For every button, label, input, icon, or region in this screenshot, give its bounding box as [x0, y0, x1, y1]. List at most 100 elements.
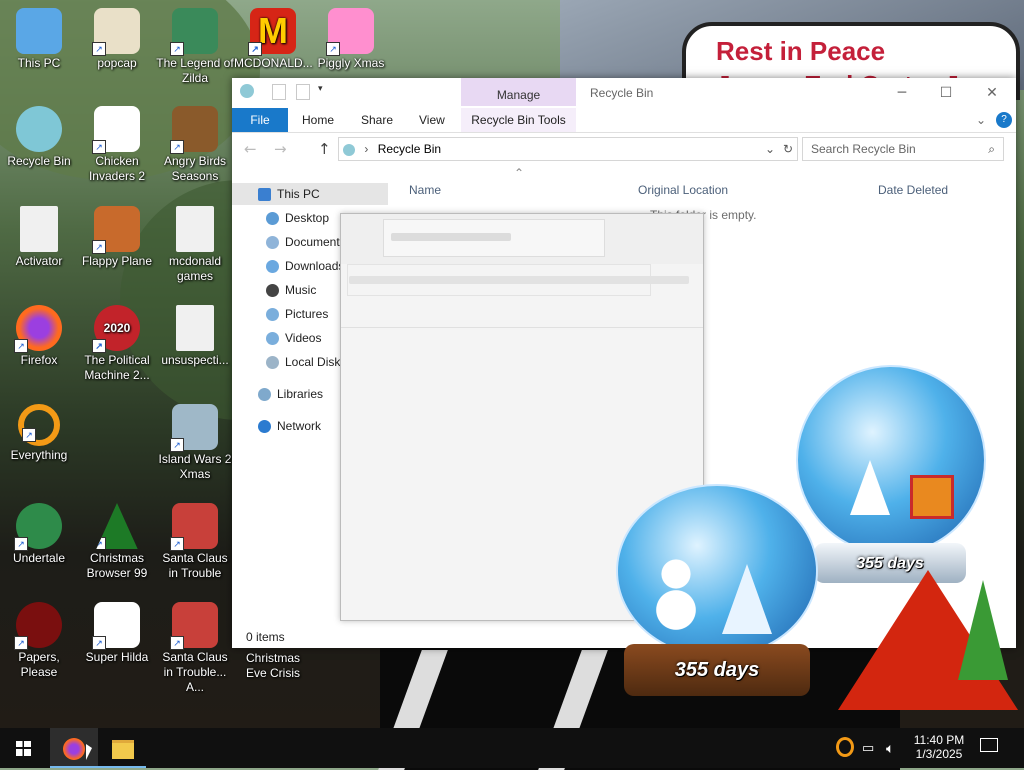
tab-home[interactable]: Home [302, 108, 334, 132]
computer-icon [258, 188, 271, 202]
network-status-icon[interactable]: ▭ [862, 728, 874, 768]
shortcut-arrow-icon: ↗ [92, 140, 106, 154]
desktop-icon-label: mcdonald games [168, 254, 222, 283]
folder-icon [112, 740, 134, 759]
desktop-icon-mcdonald[interactable]: M ↗ MCDONALD... [234, 8, 313, 71]
tree-icon: ↗ [96, 503, 138, 549]
desktop-icon-piggly-xmas[interactable]: ↗ Piggly Xmas [312, 8, 390, 71]
column-header-name[interactable]: Name [409, 179, 441, 201]
desktop-icon-popcap[interactable]: ↗ popcap [78, 8, 156, 71]
loading-placeholder-bar [391, 233, 511, 241]
address-bar[interactable]: › Recycle Bin ⌄ ↻ [338, 137, 798, 161]
start-button[interactable] [0, 728, 48, 768]
recycle-bin-icon [343, 143, 355, 156]
file-icon [176, 305, 214, 351]
desktop-icon-santa-claus[interactable]: ↗ Santa Claus in Trouble [156, 503, 234, 581]
desktop-icon-santa-claus-2[interactable]: ↗ Santa Claus in Trouble... A... [156, 602, 234, 695]
desktop-icon-christmas-browser[interactable]: ↗ Christmas Browser 99 [78, 503, 156, 581]
nav-item-label: Desktop [285, 211, 330, 225]
status-item-count: 0 items [246, 630, 285, 644]
file-icon [20, 206, 58, 252]
maximize-button[interactable]: ☐ [932, 82, 960, 104]
desktop-icon-flappy-plane[interactable]: ↗ Flappy Plane [78, 206, 156, 269]
nav-item-label: Local Disk [285, 355, 341, 369]
column-header-date-deleted[interactable]: Date Deleted [878, 179, 948, 201]
search-input[interactable]: Search Recycle Bin ⌕ [802, 137, 1004, 161]
gift-icon [910, 475, 954, 519]
desktop-icon-label: Firefox [20, 353, 58, 367]
desktop-icon-recycle-bin[interactable]: Recycle Bin [0, 106, 78, 169]
tab-file[interactable]: File [232, 108, 288, 132]
new-folder-icon[interactable] [296, 84, 310, 100]
desktop-icon-papers-please[interactable]: ↗ Papers, Please [0, 602, 78, 680]
desktop-icon-political-machine[interactable]: 2020 ↗ The Political Machine 2... [78, 305, 156, 383]
breadcrumb[interactable]: Recycle Bin [378, 142, 441, 156]
desktop-icon-angry-birds[interactable]: ↗ Angry Birds Seasons [156, 106, 234, 184]
tab-recycle-bin-tools[interactable]: Recycle Bin Tools [461, 108, 576, 132]
desktop-icon-legend-of-zilda[interactable]: ↗ The Legend of Zilda [156, 8, 234, 86]
chevron-down-icon[interactable]: ⌄ [765, 138, 775, 160]
desktop-icon-label: popcap [97, 56, 137, 70]
desktop-icon-label: Piggly Xmas [317, 56, 385, 70]
desktop-icon-chicken-invaders[interactable]: ↗ Chicken Invaders 2 [78, 106, 156, 184]
desktop-icon-label: Christmas Browser 99 [86, 551, 148, 580]
christmas-tree-widget[interactable] [838, 570, 1018, 710]
shortcut-arrow-icon: ↗ [14, 537, 28, 551]
up-arrow-icon[interactable]: ↑ [318, 140, 331, 158]
shortcut-arrow-icon: ↗ [170, 537, 184, 551]
snow-globe-widget[interactable]: 355 days [612, 484, 822, 702]
address-row: ← → ↑ › Recycle Bin ⌄ ↻ Search Recycle B… [232, 136, 1016, 162]
refresh-icon[interactable]: ↻ [783, 138, 793, 160]
tray-search-icon[interactable] [836, 737, 854, 757]
desktop-icon-undertale[interactable]: ↗ Undertale [0, 503, 78, 566]
file-icon [176, 206, 214, 252]
back-arrow-icon[interactable]: ← [244, 140, 257, 158]
close-button[interactable]: ✕ [978, 82, 1006, 104]
taskbar-date: 1/3/2025 [915, 747, 963, 761]
desktop-icon-firefox[interactable]: ↗ Firefox [0, 305, 78, 368]
desktop-icon-label: Papers, Please [18, 650, 60, 679]
tab-manage[interactable]: Manage [461, 78, 576, 106]
forward-arrow-icon[interactable]: → [274, 140, 287, 158]
shortcut-arrow-icon: ↗ [326, 42, 340, 56]
tab-share[interactable]: Share [361, 108, 393, 132]
chevron-down-icon[interactable]: ⌄ [976, 108, 986, 132]
tab-view[interactable]: View [419, 108, 445, 132]
volume-icon[interactable]: 🔈︎ [886, 728, 894, 768]
search-icon: ↗ [18, 404, 60, 446]
notification-center-icon[interactable] [980, 738, 998, 752]
column-header-original-location[interactable]: Original Location [638, 179, 728, 201]
taskbar-clock[interactable]: 11:40 PM 1/3/2025 [908, 728, 970, 768]
desktop-icon-christmas-eve-crisis[interactable]: Christmas Eve Crisis [234, 651, 312, 681]
properties-icon[interactable] [272, 84, 286, 100]
nav-item-label: Pictures [285, 307, 329, 321]
folder-icon: ↗ [92, 8, 140, 56]
explorer-titlebar[interactable]: ▾ Manage Recycle Bin ─ ☐ ✕ [232, 78, 1016, 108]
window-title: Recycle Bin [590, 86, 654, 100]
customize-toolbar-icon[interactable]: ▾ [318, 84, 334, 100]
taskbar-firefox[interactable] [50, 728, 98, 768]
desktop-icon-label: unsuspecti... [161, 353, 229, 367]
recycle-bin-icon [16, 106, 62, 152]
desktop-icon-everything[interactable]: ↗ Everything [0, 404, 78, 463]
snow-globe-icon [616, 484, 818, 658]
minimize-button[interactable]: ─ [888, 82, 916, 104]
documents-icon [266, 236, 279, 250]
help-icon[interactable]: ? [996, 112, 1012, 128]
desktop-icon-super-hilda[interactable]: ↗ Super Hilda [78, 602, 156, 665]
desktop-icon-mcdonald-games[interactable]: mcdonald games [156, 206, 234, 284]
taskbar-time: 11:40 PM [913, 733, 965, 747]
search-icon: ⌕ [988, 142, 995, 156]
desktop-icon-this-pc[interactable]: This PC [0, 8, 78, 71]
shortcut-arrow-icon: ↗ [92, 240, 106, 254]
nav-item-label: Network [277, 419, 322, 433]
desktop-icon-activator[interactable]: Activator [0, 206, 78, 269]
plane-icon: ↗ [92, 206, 140, 254]
desktop-icon-label: The Legend of Zilda [156, 56, 234, 85]
desktop-icon-label: Flappy Plane [81, 254, 153, 268]
desktop-icon-island-wars[interactable]: ↗ Island Wars 2 Xmas [156, 404, 234, 482]
desktop-icon-unsuspecting[interactable]: unsuspecti... [156, 305, 234, 368]
nav-item-this-pc[interactable]: This PC [232, 183, 388, 205]
desktop-icon-label: Activator [15, 254, 63, 268]
taskbar-file-explorer[interactable] [98, 728, 146, 768]
